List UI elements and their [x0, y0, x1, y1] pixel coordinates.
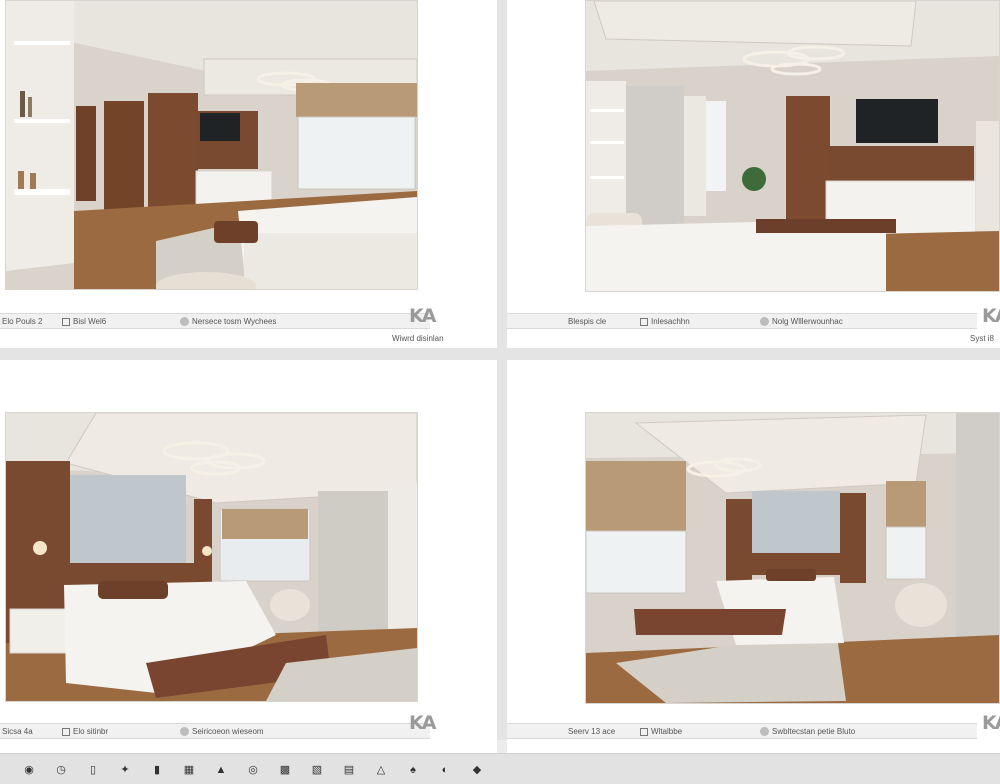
panel-3-chip-c[interactable]: Seiricoeon wieseom [180, 725, 264, 738]
color-icon[interactable]: ◐ [438, 763, 452, 776]
panel-3-chip-a[interactable]: Sicsa 4a [2, 725, 33, 738]
monitor-icon[interactable]: ▩ [278, 763, 292, 776]
panel-2-chip-c-label: Nolg Wlllerwounhac [772, 317, 843, 326]
camera-icon[interactable]: ◉ [22, 763, 36, 776]
spade-icon[interactable]: ♠ [406, 763, 420, 776]
magic-wand-icon[interactable]: ✦ [118, 763, 132, 776]
panel-1-chip-a-label: Elo Pouls 2 [2, 317, 43, 326]
panel-3-logo: KA [409, 712, 436, 734]
tag-icon [180, 727, 189, 736]
bedroom-render-4[interactable] [585, 412, 1000, 704]
checkbox-icon [62, 727, 70, 736]
panel-3-chip-b[interactable]: Elo sitinbr [62, 725, 108, 738]
text-box-icon[interactable]: ▤ [342, 763, 356, 776]
warning-icon[interactable]: ▲ [214, 763, 228, 776]
panel-3-chip-c-label: Seiricoeon wieseom [192, 727, 264, 736]
checkbox-icon [62, 317, 70, 326]
image-icon[interactable]: ▦ [182, 763, 196, 776]
panel-2-chip-a-label: Blespis cle [568, 317, 607, 326]
panel-4-chip-a-label: Seerv 13 ace [568, 727, 616, 736]
panel-1-chip-a[interactable]: Elo Pouls 2 [2, 315, 42, 328]
panel-1-chip-c[interactable]: Nersece tosm Wychees [180, 315, 276, 328]
panel-1-chip-b-label: Bisl Wel6 [73, 317, 107, 326]
taskbar: ◉ ◷ ▯ ✦ ▮ ▦ ▲ ◎ ▩ ▧ ▤ △ ♠ ◐ ◆ [0, 753, 1000, 784]
panel-2-chip-b[interactable]: Inlesachhn [640, 315, 690, 328]
checkbox-icon [640, 317, 648, 326]
checkbox-icon [640, 727, 648, 736]
panel-4-chip-c-label: Swbltecstan petie Bluto [772, 727, 856, 736]
target-icon[interactable]: ◎ [246, 763, 260, 776]
panel-2-caption: Syst i8 [970, 334, 995, 343]
panel-4-chip-c[interactable]: Swbltecstan petie Bluto [760, 725, 855, 738]
panel-2-logo: KA [982, 305, 1000, 327]
document-icon[interactable]: ▮ [150, 763, 164, 776]
panel-1-caption: Wiwrd disinlan [392, 334, 444, 343]
panel-2-chip-a[interactable]: Blespis cle [568, 315, 606, 328]
panel-4-logo: KA [982, 712, 1000, 734]
panel-4-chip-b[interactable]: Wltalbbe [640, 725, 682, 738]
drop-icon[interactable]: ◆ [470, 763, 484, 776]
horizontal-divider [0, 348, 1000, 360]
panel-1-chip-c-label: Nersece tosm Wychees [192, 317, 277, 326]
tag-icon [180, 317, 189, 326]
alert-icon[interactable]: △ [374, 763, 388, 776]
panel-1-logo: KA [409, 305, 436, 327]
panel-1-chip-b[interactable]: Bisl Wel6 [62, 315, 106, 328]
phone-icon[interactable]: ▯ [86, 763, 100, 776]
clock-icon[interactable]: ◷ [54, 763, 68, 776]
bedroom-render-1[interactable] [5, 0, 418, 290]
bedroom-render-3[interactable] [5, 412, 418, 702]
panel-3-chip-a-label: Sicsa 4a [2, 727, 33, 736]
bedroom-render-2[interactable] [585, 0, 1000, 292]
panel-2-chip-b-label: Inlesachhn [651, 317, 690, 326]
panel-4-chip-a[interactable]: Seerv 13 ace [568, 725, 615, 738]
tag-icon [760, 727, 769, 736]
display-icon[interactable]: ▧ [310, 763, 324, 776]
panel-4-chip-b-label: Wltalbbe [651, 727, 683, 736]
vertical-divider [497, 0, 507, 740]
panel-2-chip-c[interactable]: Nolg Wlllerwounhac [760, 315, 843, 328]
tag-icon [760, 317, 769, 326]
panel-3-chip-b-label: Elo sitinbr [73, 727, 109, 736]
